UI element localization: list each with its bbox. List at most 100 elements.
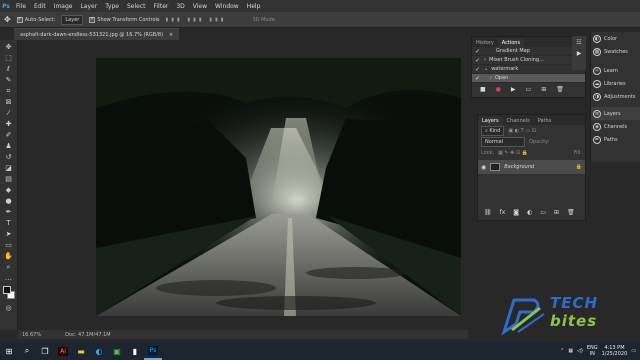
dock-adjustments[interactable]: ◑ Adjustments [591, 90, 640, 103]
hand-tool-icon[interactable]: ✋ [4, 252, 14, 260]
align-icons[interactable]: ▮▮▮ ▮▮▮ ▮▮▮ [166, 17, 227, 23]
new-layer-icon[interactable]: ⊞ [554, 209, 559, 216]
chevron-right-icon[interactable]: › [484, 57, 486, 63]
zoom-tool-icon[interactable]: ⌕ [4, 263, 14, 271]
brush-tool-icon[interactable]: ✐ [4, 131, 14, 139]
foreground-color-swatch[interactable] [2, 286, 11, 294]
tab-paths[interactable]: Paths [534, 117, 556, 125]
path-select-tool-icon[interactable]: ➤ [4, 230, 14, 238]
menu-view[interactable]: View [189, 3, 211, 10]
menu-select[interactable]: Select [123, 3, 150, 10]
dodge-tool-icon[interactable]: ● [4, 197, 14, 205]
blur-tool-icon[interactable]: ◆ [4, 186, 14, 194]
healing-tool-icon[interactable]: ✚ [4, 120, 14, 128]
lock-icon[interactable]: 🔒 [576, 164, 582, 170]
dock-libraries[interactable]: ☁ Libraries [591, 77, 640, 90]
delete-icon[interactable]: 🗑 [556, 86, 564, 93]
tab-actions[interactable]: Actions [497, 39, 525, 47]
more-tools-icon[interactable]: … [4, 274, 14, 282]
menu-3d[interactable]: 3D [172, 3, 188, 10]
history-brush-tool-icon[interactable]: ↺ [4, 153, 14, 161]
new-action-icon[interactable]: ⊞ [541, 86, 546, 93]
layer-name[interactable]: Background [504, 164, 534, 170]
actions-panel-icon[interactable]: ▶ [577, 50, 582, 57]
dock-learn[interactable]: ☼ Learn [591, 64, 640, 77]
kind-filter-dropdown[interactable]: ⌕ Kind [481, 125, 505, 136]
windows-start-icon[interactable]: ⊞ [0, 342, 18, 360]
mask-icon[interactable]: ◙ [513, 209, 519, 216]
tab-channels[interactable]: Channels [503, 117, 534, 125]
menu-file[interactable]: File [12, 3, 30, 10]
dock-color[interactable]: ◐ Color [591, 32, 640, 45]
delete-layer-icon[interactable]: 🗑 [567, 209, 575, 216]
tray-chevron-icon[interactable]: ⌃ [560, 348, 564, 354]
pen-tool-icon[interactable]: ✒ [4, 208, 14, 216]
lock-icons[interactable]: ▦ ✎ ✥ ⊡ 🔒 [498, 150, 528, 156]
action-row[interactable]: ✓ › Open [472, 74, 585, 83]
stop-icon[interactable]: ■ [480, 86, 486, 93]
layer-row[interactable]: ◉ Background 🔒 [478, 160, 585, 174]
move-tool-icon[interactable]: ✥ [4, 15, 11, 24]
blend-mode-dropdown[interactable]: Normal [481, 136, 525, 147]
chevron-down-icon[interactable]: ⌄ [484, 66, 488, 72]
menu-window[interactable]: Window [211, 3, 243, 10]
menu-image[interactable]: Image [50, 3, 77, 10]
eyedropper-tool-icon[interactable]: ⁄ [4, 109, 14, 117]
zoom-level[interactable]: 16.67% [22, 332, 41, 338]
marquee-tool-icon[interactable]: ⬚ [4, 54, 14, 62]
clock[interactable]: 4:13 PM 1/25/2020 [602, 345, 628, 357]
network-icon[interactable]: ▦ [568, 348, 573, 354]
gradient-tool-icon[interactable]: ▤ [4, 175, 14, 183]
menu-help[interactable]: Help [243, 3, 265, 10]
play-icon[interactable]: ▶ [511, 86, 516, 93]
frame-tool-icon[interactable]: ⊠ [4, 98, 14, 106]
menu-filter[interactable]: Filter [150, 3, 173, 10]
type-tool-icon[interactable]: T [4, 219, 14, 227]
dock-channels[interactable]: ◈ Channels [591, 120, 640, 133]
lasso-tool-icon[interactable]: ℓ [4, 65, 14, 73]
menu-layer[interactable]: Layer [76, 3, 101, 10]
dock-paths[interactable]: ✒ Paths [591, 133, 640, 146]
history-panel-icon[interactable]: ☷ [576, 39, 581, 46]
auto-select-dropdown[interactable]: Layer [61, 14, 84, 25]
crop-tool-icon[interactable]: ⌗ [4, 87, 14, 95]
edge-browser-icon[interactable]: ◐ [90, 342, 108, 360]
menu-edit[interactable]: Edit [30, 3, 50, 10]
move-tool-icon[interactable]: ✥ [4, 43, 14, 51]
volume-icon[interactable]: ◁) [577, 348, 583, 354]
dock-layers[interactable]: ≡ Layers [591, 107, 640, 120]
dock-swatches[interactable]: ▦ Swatches [591, 45, 640, 58]
tab-layers[interactable]: Layers [478, 117, 503, 125]
filter-icons[interactable]: ▣ ◐ T ▭ ⊡ [508, 128, 535, 134]
notification-icon[interactable]: ▭ [631, 348, 636, 354]
camtasia-app-icon[interactable]: ▣ [108, 342, 126, 360]
shape-tool-icon[interactable]: ▭ [4, 241, 14, 249]
quick-select-tool-icon[interactable]: ✎ [4, 76, 14, 84]
photoshop-app-icon[interactable]: Ps [144, 342, 162, 360]
auto-select-checkbox[interactable]: ✓ Auto-Select: [16, 16, 55, 23]
action-row[interactable]: ✓ › Mixer Brush Cloning... [472, 56, 585, 65]
link-layers-icon[interactable]: ⛓ [484, 209, 492, 216]
eye-icon[interactable]: ◉ [481, 164, 486, 171]
stamp-tool-icon[interactable]: ♟ [4, 142, 14, 150]
show-transform-checkbox[interactable]: ✓ Show Transform Controls [89, 16, 160, 23]
new-set-icon[interactable]: ▭ [526, 86, 532, 93]
eraser-tool-icon[interactable]: ◪ [4, 164, 14, 172]
task-view-icon[interactable]: ❐ [36, 342, 54, 360]
document-tab[interactable]: asphalt-dark-dawn-endless-531321.jpg @ 1… [14, 28, 180, 40]
file-explorer-icon[interactable]: ▬ [72, 342, 90, 360]
action-row[interactable]: ✓ ⌄ watermark [472, 65, 585, 74]
chevron-right-icon[interactable]: › [484, 75, 492, 81]
color-swatches[interactable] [2, 285, 16, 301]
search-icon[interactable]: ⌕ [18, 342, 36, 360]
app-icon[interactable]: ▮ [126, 342, 144, 360]
record-icon[interactable]: ● [496, 86, 501, 93]
illustrator-app-icon[interactable]: Ai [54, 342, 72, 360]
action-row[interactable]: ✓ Gradient Map [472, 47, 585, 56]
quick-mask-icon[interactable]: ◎ [4, 304, 14, 312]
tab-history[interactable]: History [472, 39, 498, 47]
document-image[interactable] [96, 58, 461, 316]
language-indicator[interactable]: ENG IN [587, 345, 598, 357]
photoshop-logo-icon[interactable]: Ps [0, 0, 12, 12]
menu-type[interactable]: Type [101, 3, 123, 10]
